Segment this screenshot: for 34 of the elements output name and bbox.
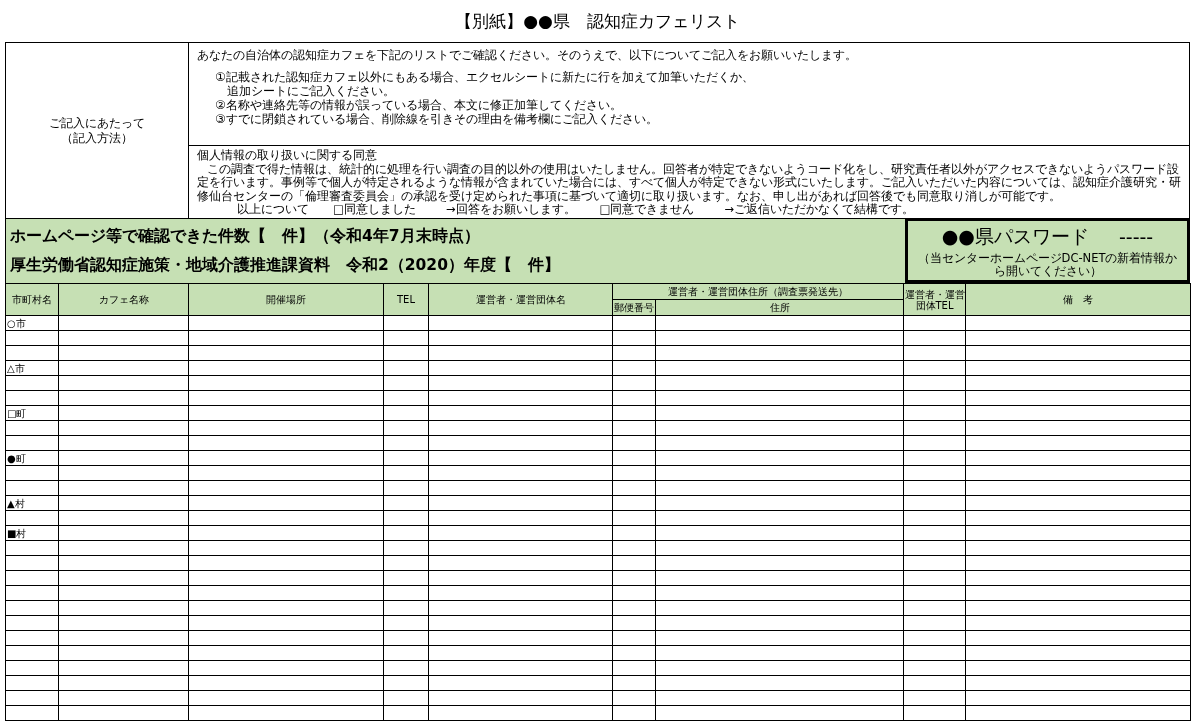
column-header: 運営者・運営団体TEL xyxy=(903,283,966,316)
instruction-item: ③すでに閉鎖されている場合、削除線を引きその理由を備考欄にご記入ください。 xyxy=(215,112,658,126)
column-header: 市町村名 xyxy=(5,283,59,316)
municipality-cell: ○市 xyxy=(5,315,59,331)
column-header: 運営者・運営団体住所（調査票発送先） xyxy=(612,283,904,300)
column-header: 運営者・運営団体名 xyxy=(428,283,613,316)
consent-text: この調査で得た情報は、統計的に処理を行い調査の目的以外の使用はいたしません。回答者が特定できないようコード化をし、研究責任者以外がアクセスできないようパスワード設定を行います。事例等で個人が特定されるような情報が含まれていた場合には、すべて個人が特定できない形式にいたします。ご記入いただいた内容については、認知症介護研究・研修仙台センターの「倫理審査委員会」の承認を受け定められた事項に基づいて適切に取り扱います。なお、申し出があれば回答後でも同意取り消しが可能です。 xyxy=(197,162,1181,203)
guide-sublabel: （記入方法） xyxy=(61,130,133,146)
password-value: ----- xyxy=(1118,225,1154,248)
municipality-cell: ●町 xyxy=(5,450,59,466)
consent-heading: 個人情報の取り扱いに関する同意 xyxy=(197,148,377,162)
column-header: 備 考 xyxy=(965,283,1191,316)
municipality-cell: ■村 xyxy=(5,525,59,541)
instruction-item: ①記載された認知症カフェ以外にもある場合、エクセルシートに新たに行を加えて加筆いただくか、 xyxy=(215,70,754,84)
municipality-cell: △市 xyxy=(5,360,59,376)
consent-option-note: →ご返信いただかなくて結構です。 xyxy=(724,203,915,217)
consent-option: □同意できません xyxy=(599,203,695,217)
instruction-item: ②名称や連絡先等の情報が誤っている場合、本文に修正加筆してください。 xyxy=(215,98,622,112)
municipality-cell: □町 xyxy=(5,405,59,421)
instruction-item: 追加シートにご記入ください。 xyxy=(227,84,395,98)
guide-label: ご記入にあたって xyxy=(49,115,145,131)
instruction-text: あなたの自治体の認知症カフェを下記のリストでご確認ください。そのうえで、以下についてご記入をお願いいたします。 xyxy=(197,48,858,62)
sheet-title: 【別紙】●●県 認知症カフェリスト xyxy=(455,9,740,33)
password-hint: （当センターホームページDC-NETの新着情報から開いてください） xyxy=(916,249,1179,278)
summary-line: ホームページ等で確認できた件数【 件】（令和4年7月末時点） xyxy=(10,227,480,245)
column-header: TEL xyxy=(383,283,429,316)
column-header: 開催場所 xyxy=(188,283,384,316)
password-label: ●●県パスワード xyxy=(941,223,1089,249)
consent-prompt: 以上について xyxy=(237,203,309,217)
column-header: カフェ名称 xyxy=(58,283,189,316)
consent-option: □同意しました xyxy=(333,203,416,217)
consent-option-note: →回答をお願いします。 xyxy=(445,203,576,217)
summary-line: 厚生労働省認知症施策・地域介護推進課資料 令和2（2020）年度【 件】 xyxy=(10,256,560,274)
municipality-cell: ▲村 xyxy=(5,495,59,511)
